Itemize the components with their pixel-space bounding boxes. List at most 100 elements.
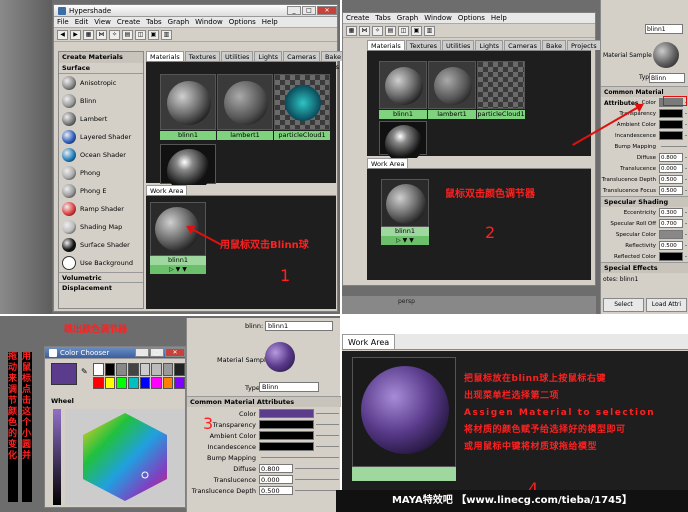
type-dropdown[interactable]: Blinn: [649, 73, 685, 83]
select-button[interactable]: Select: [603, 298, 644, 312]
load-attributes-button[interactable]: Load Attri: [646, 298, 687, 312]
attr-value-field[interactable]: 0.700: [659, 219, 683, 228]
attr-slider[interactable]: [685, 245, 687, 246]
attr-slider[interactable]: [685, 190, 687, 191]
palette-swatch[interactable]: [93, 376, 104, 389]
common-attributes-header[interactable]: Common Material Attributes: [187, 396, 341, 407]
attr-value-field[interactable]: 0.800: [259, 464, 293, 473]
attr-slider[interactable]: [316, 424, 339, 425]
sidebar-item-ramp-shader[interactable]: Ramp Shader: [59, 200, 143, 218]
tab-lights[interactable]: Lights: [475, 40, 504, 50]
attr-slider[interactable]: [295, 490, 339, 491]
attr-value-field[interactable]: 0.800: [659, 153, 683, 162]
menu-item-help[interactable]: Help: [488, 14, 510, 22]
menu-item-create[interactable]: Create: [114, 18, 143, 26]
attr-color-swatch[interactable]: [659, 109, 683, 118]
attr-color-swatch[interactable]: [259, 442, 314, 451]
tab-lights[interactable]: Lights: [254, 51, 283, 61]
arrow-left-icon[interactable]: ◀: [57, 29, 68, 40]
clear-icon[interactable]: ✧: [109, 29, 120, 40]
value-slider[interactable]: [53, 409, 61, 505]
tab-textures[interactable]: Textures: [184, 51, 220, 61]
network-icon[interactable]: ⋈: [359, 25, 370, 36]
menu-item-file[interactable]: File: [54, 18, 72, 26]
palette-swatch[interactable]: [139, 363, 151, 376]
attr-color-swatch[interactable]: [659, 120, 683, 129]
node-blinn-purple[interactable]: [352, 357, 456, 467]
sidebar-item-ocean-shader[interactable]: Ocean Shader: [59, 146, 143, 164]
type-dropdown[interactable]: Blinn: [259, 382, 319, 392]
attr-slider[interactable]: [685, 168, 687, 169]
attr-color-swatch[interactable]: [259, 431, 314, 440]
network-icon[interactable]: ⋈: [96, 29, 107, 40]
attr-slider[interactable]: [685, 234, 687, 235]
palette-swatch[interactable]: [116, 363, 127, 376]
swatch-shader[interactable]: [160, 144, 216, 193]
attr-slider[interactable]: [685, 135, 687, 136]
wheel-mode-label[interactable]: Wheel: [51, 397, 74, 405]
menu-item-options[interactable]: Options: [226, 18, 259, 26]
attr-slider[interactable]: [661, 146, 687, 147]
swatch-particlecloud[interactable]: [477, 61, 525, 109]
pane-icon[interactable]: ▥: [161, 29, 172, 40]
sidebar-item-phong-e[interactable]: Phong E: [59, 182, 143, 200]
tab-work-area[interactable]: Work Area: [146, 185, 188, 195]
close-button[interactable]: ✕: [165, 347, 185, 357]
attr-slider[interactable]: [685, 179, 687, 180]
attr-slider[interactable]: [261, 457, 339, 458]
tab-work-area[interactable]: Work Area: [342, 334, 396, 349]
palette-swatch[interactable]: [174, 363, 185, 376]
attr-slider[interactable]: [295, 468, 339, 469]
palette-swatch[interactable]: [116, 376, 127, 389]
swatch-blinn[interactable]: [160, 74, 216, 130]
current-color-swatch[interactable]: [51, 363, 77, 385]
graph-icon[interactable]: ▦: [346, 25, 357, 36]
create-materials-header[interactable]: Create Materials: [59, 52, 143, 63]
pane-icon[interactable]: ▥: [424, 25, 435, 36]
arrow-right-icon[interactable]: ▶: [70, 29, 81, 40]
attr-slider[interactable]: [685, 157, 687, 158]
swatch-blinn[interactable]: [379, 61, 427, 109]
tab-bake-sets[interactable]: Bake Sets: [541, 40, 566, 60]
palette-swatch[interactable]: [93, 363, 104, 376]
node-ports[interactable]: ▷ ▼ ▼: [381, 236, 429, 245]
palette-swatch[interactable]: [139, 376, 151, 389]
attr-slider[interactable]: [685, 256, 687, 257]
palette-swatch[interactable]: [162, 376, 174, 389]
attr-slider[interactable]: [316, 413, 339, 414]
sidebar-item-blinn[interactable]: Blinn: [59, 92, 143, 110]
tab-cameras[interactable]: Cameras: [504, 40, 541, 50]
special-effects-header[interactable]: Special Effects: [601, 262, 688, 273]
attr-color-swatch[interactable]: [659, 131, 683, 140]
attr-slider[interactable]: [316, 446, 339, 447]
sidebar-item-phong[interactable]: Phong: [59, 164, 143, 182]
menu-item-help[interactable]: Help: [259, 18, 281, 26]
attr-color-swatch[interactable]: [259, 409, 314, 418]
color-hexagon[interactable]: [65, 409, 185, 505]
palette-swatch[interactable]: [127, 376, 139, 389]
swatch-particlecloud[interactable]: [274, 74, 330, 130]
close-button[interactable]: ✕: [317, 5, 337, 15]
attr-value-field[interactable]: 0.500: [659, 175, 683, 184]
specular-shading-header[interactable]: Specular Shading: [601, 196, 688, 207]
attr-color-swatch[interactable]: [659, 230, 683, 239]
clear-icon[interactable]: ✧: [372, 25, 383, 36]
eyedropper-icon[interactable]: ✎: [81, 367, 89, 377]
palette-swatch[interactable]: [151, 363, 162, 376]
node-blinn[interactable]: [381, 179, 429, 227]
split-icon[interactable]: ◫: [398, 25, 409, 36]
menu-item-window[interactable]: Window: [421, 14, 455, 22]
graph-icon[interactable]: ▦: [83, 29, 94, 40]
attr-slider[interactable]: [685, 212, 687, 213]
menu-item-window[interactable]: Window: [192, 18, 226, 26]
maximize-button[interactable]: □: [302, 5, 316, 15]
attr-color-swatch[interactable]: [659, 252, 683, 261]
palette-swatch[interactable]: [162, 363, 174, 376]
sidebar-item-surface-shader[interactable]: Surface Shader: [59, 236, 143, 254]
palette-swatch[interactable]: [127, 363, 139, 376]
minimize-button[interactable]: _: [287, 5, 301, 15]
displacement-header[interactable]: Displacement: [59, 282, 143, 292]
sidebar-item-lambert[interactable]: Lambert: [59, 110, 143, 128]
menu-item-tabs[interactable]: Tabs: [143, 18, 165, 26]
tab-textures[interactable]: Textures: [405, 40, 441, 50]
